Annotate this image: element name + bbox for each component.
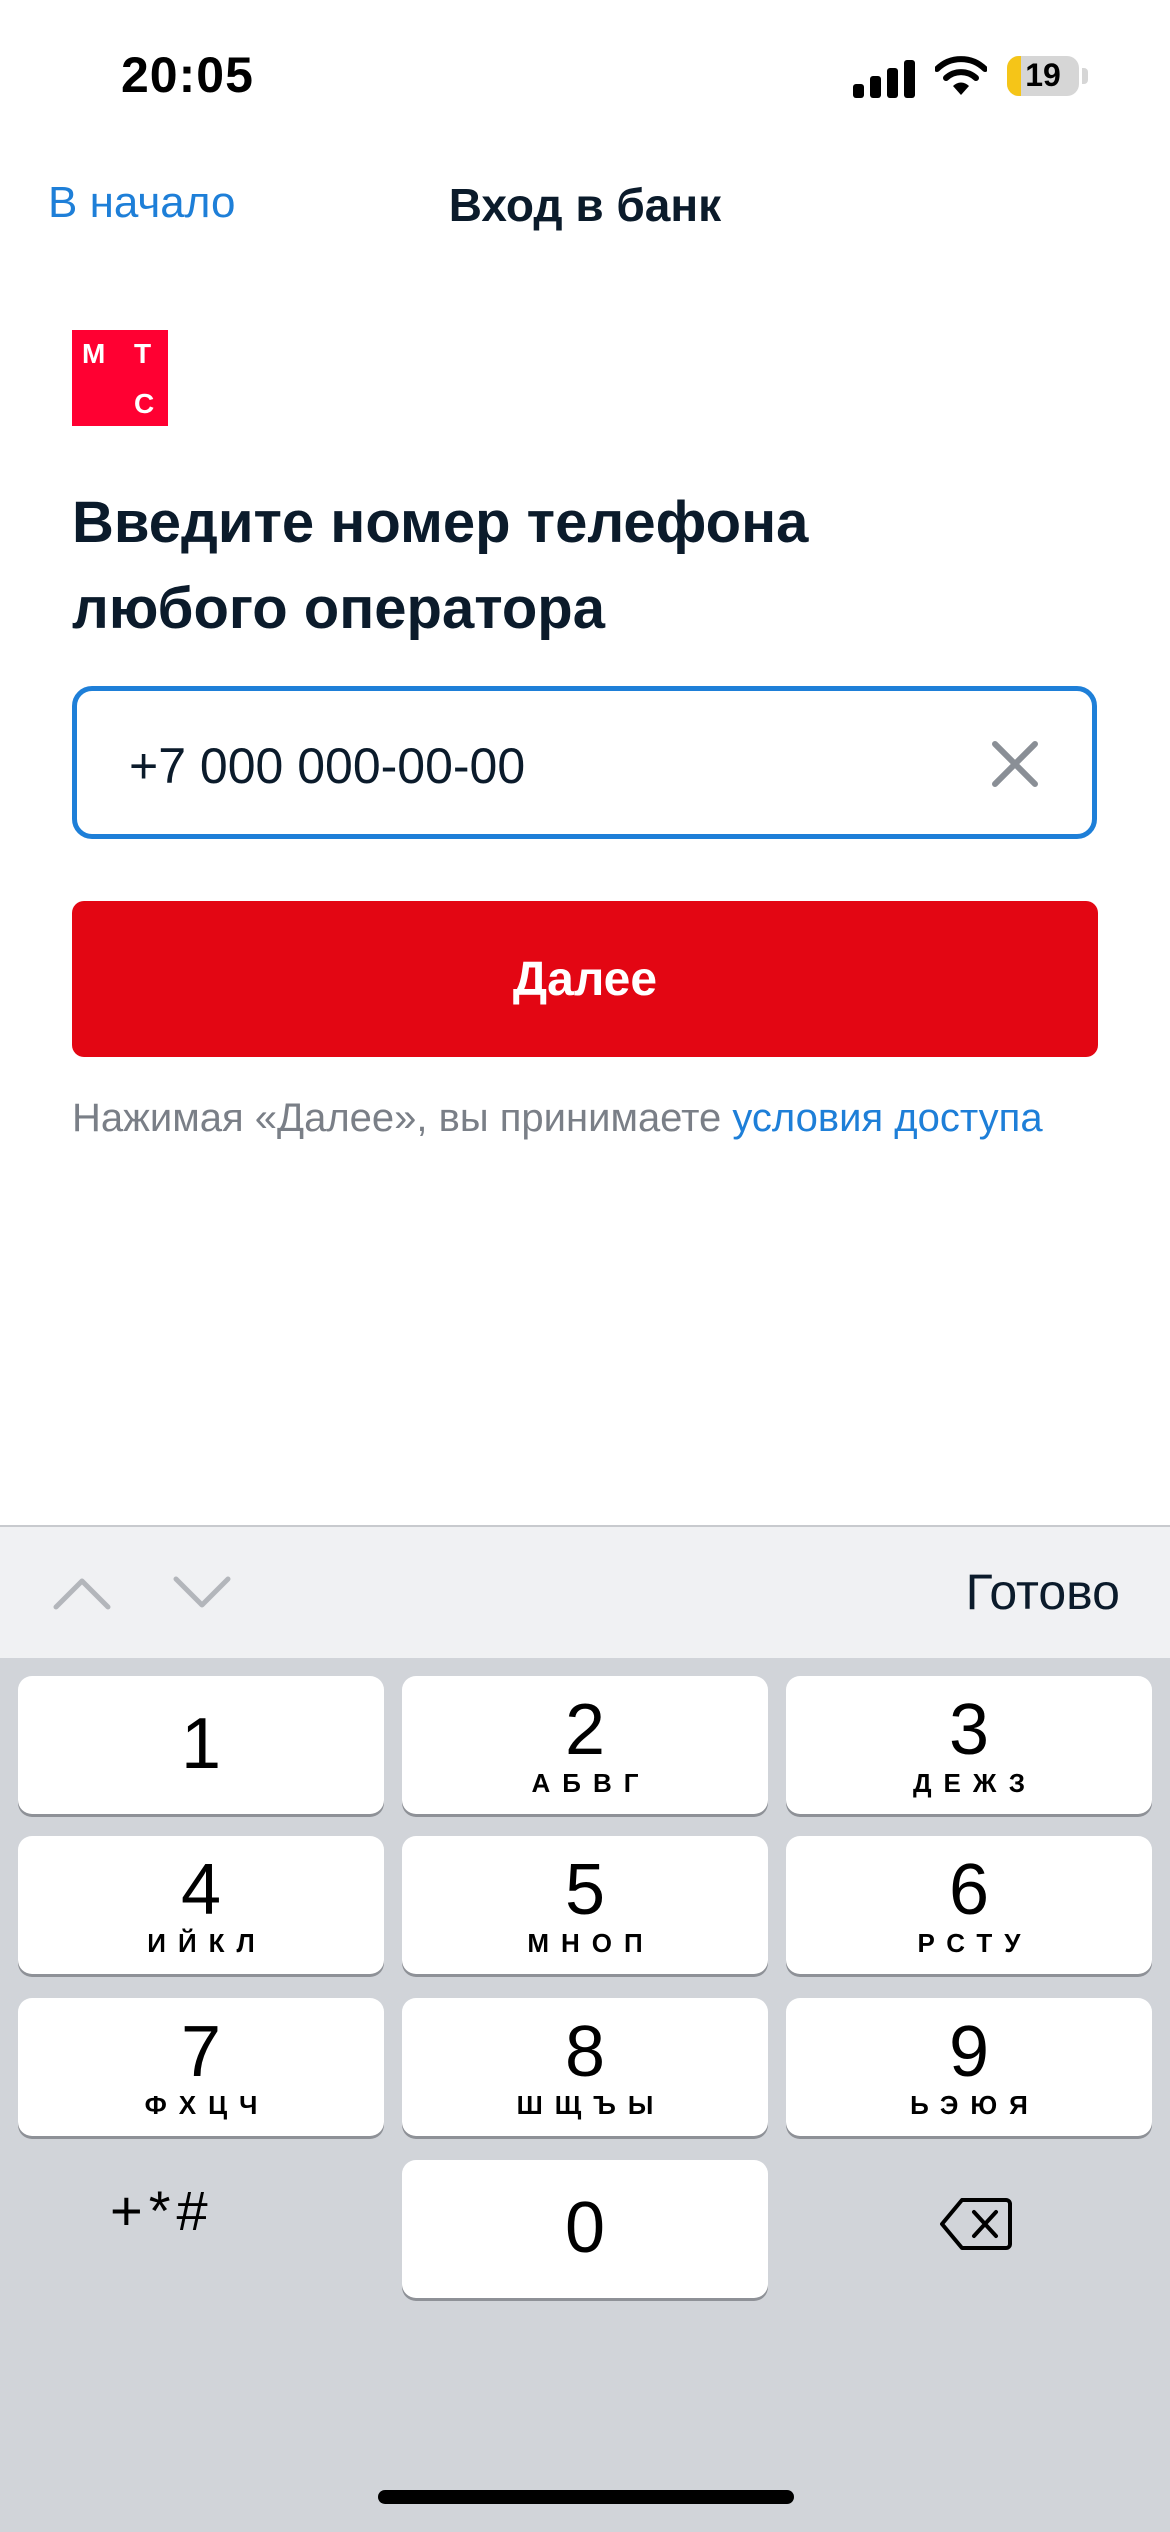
phone-input[interactable]: +7 000 000-00-00 (72, 686, 1097, 839)
phone-input-value: +7 000 000-00-00 (129, 738, 526, 794)
key-5[interactable]: 5 МНОП (402, 1836, 768, 1974)
key-digit: 1 (180, 1704, 222, 1784)
chevron-up-icon[interactable] (52, 1573, 112, 1613)
wifi-icon (935, 56, 987, 95)
battery-cap (1082, 68, 1088, 84)
logo-letter-t: Т (134, 338, 152, 369)
key-letters: ШЩЪЫ (516, 2090, 666, 2120)
key-9[interactable]: 9 ЬЭЮЯ (786, 1998, 1152, 2136)
home-indicator (378, 2490, 794, 2504)
key-digit: 0 (564, 2188, 606, 2268)
key-digit: 5 (564, 1850, 606, 1930)
heading-line-1: Введите номер телефона (72, 490, 809, 555)
next-button[interactable]: Далее (72, 901, 1098, 1057)
battery-level: 19 (1025, 57, 1061, 93)
key-letters: АБВГ (531, 1768, 651, 1798)
done-button[interactable]: Готово (966, 1563, 1120, 1621)
chevron-down-icon[interactable] (172, 1573, 232, 1613)
key-digit: 7 (180, 2012, 222, 2092)
key-letters: ФХЦЧ (144, 2090, 270, 2120)
key-letters: РСТУ (917, 1928, 1033, 1958)
mts-logo: М Т С (72, 330, 168, 426)
back-link[interactable]: В начало (48, 178, 235, 228)
key-digit: 8 (564, 2012, 606, 2092)
logo-letter-m: М (82, 338, 106, 369)
key-digit: 4 (180, 1850, 222, 1930)
key-6[interactable]: 6 РСТУ (786, 1836, 1152, 1974)
heading-line-2: любого оператора (72, 576, 605, 641)
close-icon[interactable] (988, 737, 1042, 791)
numeric-keyboard: 1 2 АБВГ 3 ДЕЖЗ 4 ИЙКЛ 5 МНОП 6 РСТУ 7 Ф… (0, 1658, 1170, 2532)
key-2[interactable]: 2 АБВГ (402, 1676, 768, 1814)
key-letters: ДЕЖЗ (913, 1768, 1037, 1798)
next-button-label: Далее (512, 952, 658, 1006)
key-letters: ИЙКЛ (147, 1928, 267, 1958)
symbols-key[interactable]: +*# (110, 2178, 214, 2243)
terms-text: Нажимая «Далее», вы принимаете условия д… (72, 1096, 1043, 1141)
keyboard-toolbar: Готово (0, 1525, 1170, 1658)
status-time: 20:05 (121, 47, 254, 103)
terms-link[interactable]: условия доступа (732, 1096, 1042, 1140)
battery-icon: 19 (1007, 56, 1079, 96)
key-letters: МНОП (527, 1928, 655, 1958)
key-4[interactable]: 4 ИЙКЛ (18, 1836, 384, 1974)
key-7[interactable]: 7 ФХЦЧ (18, 1998, 384, 2136)
heading: Введите номер телефона любого оператора (72, 480, 1102, 652)
key-digit: 2 (564, 1690, 606, 1770)
backspace-icon[interactable] (940, 2196, 1012, 2252)
terms-prefix: Нажимая «Далее», вы принимаете (72, 1096, 733, 1140)
key-1[interactable]: 1 (18, 1676, 384, 1814)
logo-letter-s: С (134, 388, 155, 419)
key-8[interactable]: 8 ШЩЪЫ (402, 1998, 768, 2136)
signal-icon (853, 58, 915, 98)
key-digit: 6 (948, 1850, 990, 1930)
key-0[interactable]: 0 (402, 2160, 768, 2298)
key-letters: ЬЭЮЯ (910, 2090, 1040, 2120)
key-digit: 3 (948, 1690, 990, 1770)
key-3[interactable]: 3 ДЕЖЗ (786, 1676, 1152, 1814)
key-digit: 9 (948, 2012, 990, 2092)
